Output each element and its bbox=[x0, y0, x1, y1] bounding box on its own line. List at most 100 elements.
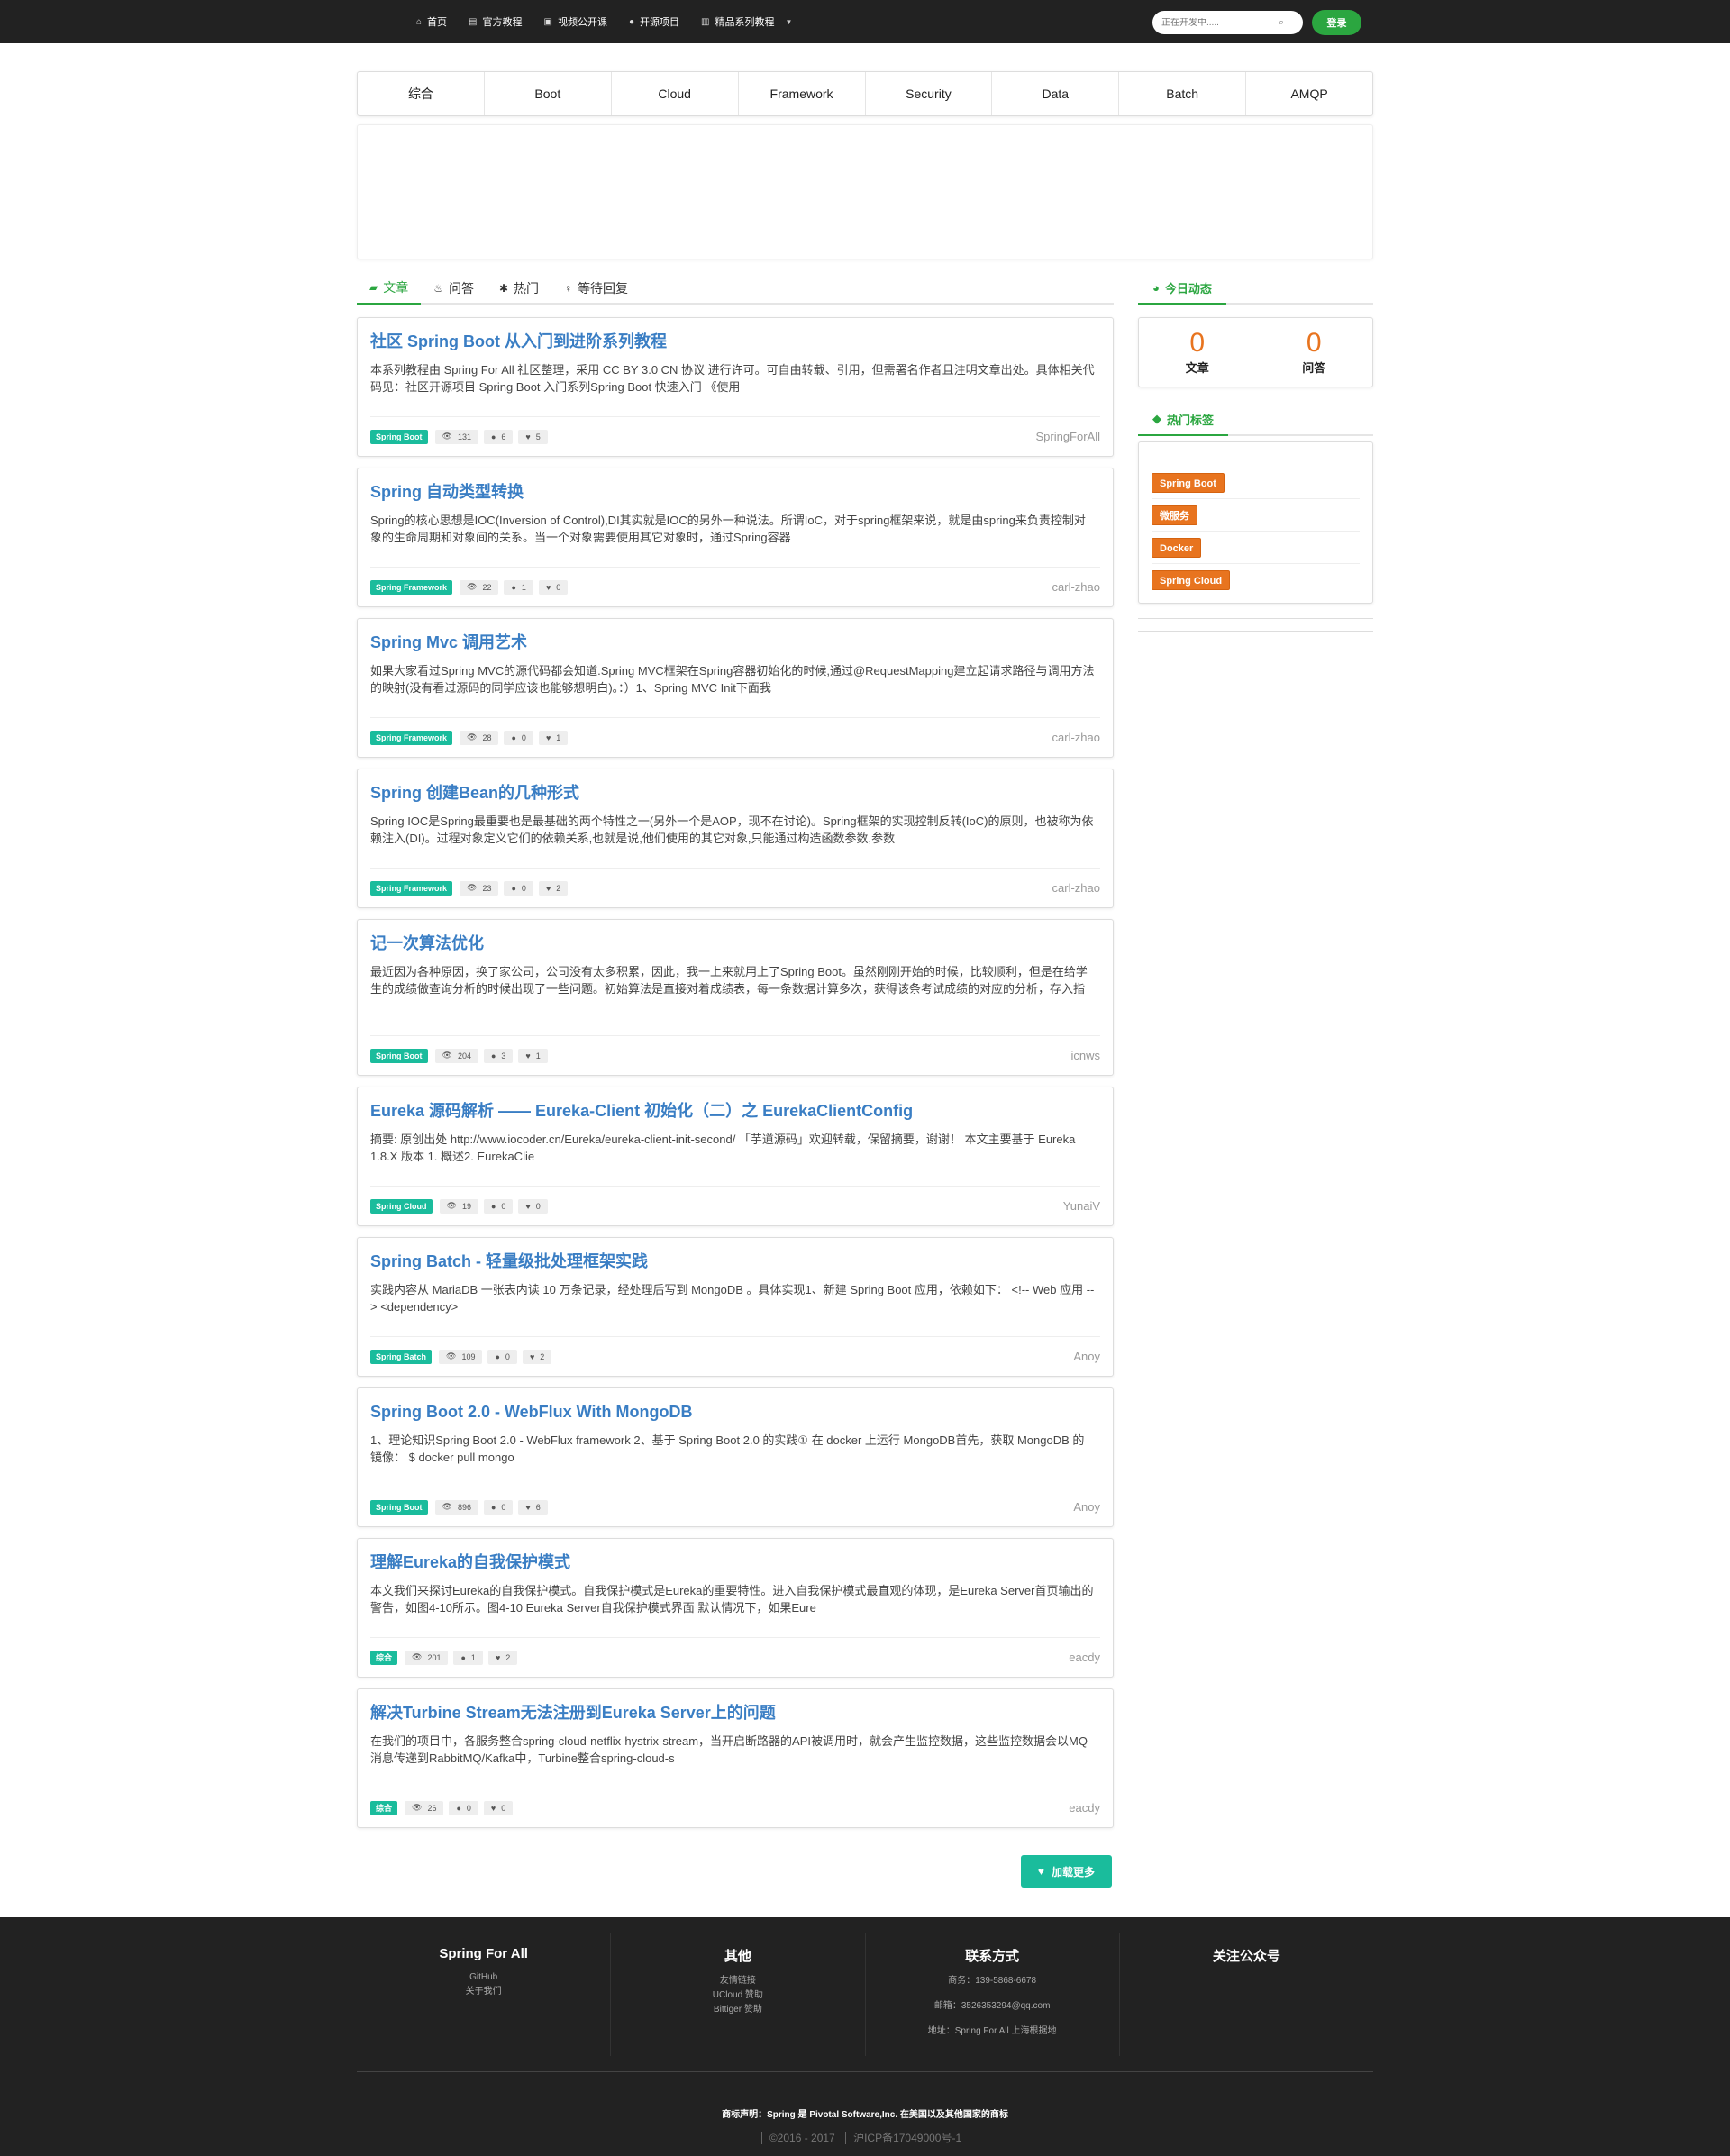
hot-tag[interactable]: Spring Cloud bbox=[1152, 570, 1231, 590]
category-tabs: 综合 Boot Cloud Framework Security Data Batch AMQ… bbox=[357, 71, 1373, 116]
hot-tag-row: Spring Boot bbox=[1152, 467, 1360, 499]
article-tag[interactable]: 综合 bbox=[370, 1650, 398, 1665]
article-summary: 在我们的项目中，各服务整合spring-cloud-netflix-hystri… bbox=[370, 1734, 1088, 1765]
category-tab[interactable]: Cloud bbox=[612, 72, 739, 115]
eye-icon: 👁 bbox=[442, 1051, 452, 1060]
footer-link[interactable]: GitHub bbox=[357, 1970, 610, 1985]
hot-tag[interactable]: 微服务 bbox=[1152, 505, 1197, 525]
stat-count: 0 bbox=[501, 1502, 506, 1512]
content-tab[interactable]: ▰ 文章 bbox=[357, 272, 422, 305]
stat-count: 19 bbox=[461, 1201, 471, 1211]
pie-chart-icon: ◕ bbox=[1152, 280, 1160, 295]
article-title-link[interactable]: Spring Boot 2.0 - WebFlux With MongoDB bbox=[370, 1403, 692, 1421]
nav-link-4[interactable]: ▥ 精品系列教程 ▼ bbox=[701, 14, 792, 29]
stat-views: 👁 26 bbox=[405, 1800, 444, 1815]
hot-tags-header: ◆ 热门标签 bbox=[1138, 404, 1373, 436]
nav-link-2[interactable]: ▣ 视频公开课 bbox=[544, 14, 607, 29]
article-author[interactable]: SpringForAll bbox=[1035, 430, 1100, 443]
stat-views: 👁 204 bbox=[434, 1048, 478, 1063]
content-tab-label: 热门 bbox=[514, 281, 540, 296]
article-summary: 本系列教程由 Spring For All 社区整理，采用 CC BY 3.0 … bbox=[370, 363, 1095, 394]
article-tag[interactable]: Spring Cloud bbox=[370, 1198, 432, 1214]
hot-tag[interactable]: Docker bbox=[1152, 537, 1202, 558]
nav-link-1[interactable]: ▤ 官方教程 bbox=[469, 14, 522, 29]
footer-link[interactable]: 关于我们 bbox=[357, 1985, 610, 1999]
article-tag[interactable]: Spring Boot bbox=[370, 429, 428, 444]
chevron-down-icon: ♥ bbox=[1037, 1865, 1045, 1878]
stat-count: 131 bbox=[457, 432, 471, 441]
article-title-link[interactable]: Spring 创建Bean的几种形式 bbox=[370, 784, 579, 802]
content-tab[interactable]: ♨ 问答 bbox=[421, 272, 487, 305]
stat-articles: 0 文章 bbox=[1139, 318, 1256, 387]
stat-count: 6 bbox=[501, 432, 506, 441]
nav-link-label: 官方教程 bbox=[482, 17, 523, 28]
stat-count: 28 bbox=[482, 732, 492, 742]
today-activity-title: 今日动态 bbox=[1164, 281, 1212, 296]
trademark-notice: 商标声明：Spring 是 Pivotal Software,Inc. 在美国以… bbox=[722, 2110, 1008, 2120]
content-tab[interactable]: ♀ 等待回复 bbox=[551, 272, 641, 305]
stat-likes: ♥ 2 bbox=[522, 1349, 552, 1364]
article-author[interactable]: carl-zhao bbox=[1052, 580, 1100, 594]
today-activity-tab[interactable]: ◕ 今日动态 bbox=[1138, 272, 1226, 305]
nav-link-3[interactable]: ● 开源项目 bbox=[629, 14, 679, 29]
footer-link[interactable]: Bittiger 赞助 bbox=[611, 2003, 864, 2017]
nav-link-label: 精品系列教程 bbox=[715, 17, 775, 28]
article-card: Spring Mvc 调用艺术 如果大家看过Spring MVC的源代码都会知道.… bbox=[357, 618, 1114, 758]
content-tabs: ▰ 文章 ♨ 问答 ✱ 热门 ♀ 等待回复 bbox=[357, 272, 1114, 305]
article-author[interactable]: YunaiV bbox=[1063, 1199, 1100, 1213]
gear-icon: ✱ bbox=[499, 282, 509, 295]
heart-icon: ♥ bbox=[545, 732, 551, 742]
footer-contact: 地址：Spring For All 上海根据地 bbox=[927, 2026, 1057, 2036]
category-tab[interactable]: Batch bbox=[1119, 72, 1247, 115]
article-author[interactable]: Anoy bbox=[1073, 1350, 1100, 1363]
login-button[interactable]: 登录 bbox=[1312, 10, 1361, 35]
article-title-link[interactable]: 理解Eureka的自我保护模式 bbox=[370, 1553, 570, 1571]
article-title-link[interactable]: Spring Batch - 轻量级批处理框架实践 bbox=[370, 1252, 648, 1270]
category-tab[interactable]: Boot bbox=[485, 72, 612, 115]
article-author[interactable]: carl-zhao bbox=[1052, 731, 1100, 744]
article-author[interactable]: Anoy bbox=[1073, 1500, 1100, 1514]
article-author[interactable]: icnws bbox=[1070, 1049, 1100, 1062]
article-title-link[interactable]: 记一次算法优化 bbox=[370, 934, 484, 952]
article-tag[interactable]: Spring Framework bbox=[370, 880, 453, 896]
article-tag[interactable]: 综合 bbox=[370, 1800, 398, 1815]
category-tab[interactable]: 综合 bbox=[358, 72, 485, 115]
article-author[interactable]: eacdy bbox=[1069, 1651, 1100, 1664]
article-tag[interactable]: Spring Boot bbox=[370, 1499, 428, 1515]
hot-tag[interactable]: Spring Boot bbox=[1152, 472, 1225, 493]
search-input[interactable] bbox=[1161, 17, 1279, 28]
article-tag[interactable]: Spring Framework bbox=[370, 579, 453, 595]
stat-views: 👁 19 bbox=[439, 1198, 478, 1214]
category-tab[interactable]: Data bbox=[992, 72, 1120, 115]
article-author[interactable]: eacdy bbox=[1069, 1801, 1100, 1815]
article-footer: Spring Cloud 👁 19 ● 0 ♥ 0 YunaiV bbox=[370, 1186, 1100, 1225]
article-author[interactable]: carl-zhao bbox=[1052, 881, 1100, 895]
content-tab[interactable]: ✱ 热门 bbox=[487, 272, 551, 305]
search-icon[interactable]: ⌕ bbox=[1279, 17, 1284, 29]
footer-link[interactable]: UCloud 赞助 bbox=[611, 1988, 864, 2003]
load-more-button[interactable]: ♥ 加载更多 bbox=[1021, 1855, 1112, 1888]
footer-link[interactable]: 友情链接 bbox=[611, 1974, 864, 1988]
search-box[interactable]: ⌕ bbox=[1152, 11, 1303, 34]
article-tag[interactable]: Spring Boot bbox=[370, 1048, 428, 1063]
article-tag[interactable]: Spring Framework bbox=[370, 730, 453, 745]
article-title-link[interactable]: Eureka 源码解析 —— Eureka-Client 初始化（二）之 Eur… bbox=[370, 1102, 913, 1120]
heart-icon: ♥ bbox=[545, 883, 551, 893]
article-card: 解决Turbine Stream无法注册到Eureka Server上的问题在我… bbox=[357, 1688, 1114, 1828]
article-tag[interactable]: Spring Batch bbox=[370, 1349, 432, 1364]
article-title-link[interactable]: 社区 Spring Boot 从入门到进阶系列教程 bbox=[370, 332, 667, 350]
category-tab[interactable]: Framework bbox=[739, 72, 866, 115]
copyright-line: ©2016 - 2017 沪ICP备17049000号-1 bbox=[0, 2130, 1730, 2145]
main-nav: ⌂ 首页 ▤ 官方教程 ▣ 视频公开课 ● 开源项目 ▥ 精品系列教程 ▼ bbox=[416, 0, 792, 43]
nav-link-0[interactable]: ⌂ 首页 bbox=[416, 14, 447, 29]
article-title-link[interactable]: Spring 自动类型转换 bbox=[370, 483, 524, 501]
comment-icon: ● bbox=[456, 1803, 461, 1813]
article-title-link[interactable]: Spring Mvc 调用艺术 bbox=[370, 633, 527, 651]
hot-tags-tab[interactable]: ◆ 热门标签 bbox=[1138, 404, 1229, 436]
stat-count: 0 bbox=[521, 883, 526, 893]
icp-number[interactable]: 沪ICP备17049000号-1 bbox=[846, 2132, 969, 2144]
footer-divider bbox=[357, 2071, 1373, 2072]
article-title-link[interactable]: 解决Turbine Stream无法注册到Eureka Server上的问题 bbox=[370, 1704, 776, 1722]
category-tab[interactable]: Security bbox=[866, 72, 993, 115]
category-tab[interactable]: AMQP bbox=[1246, 72, 1372, 115]
